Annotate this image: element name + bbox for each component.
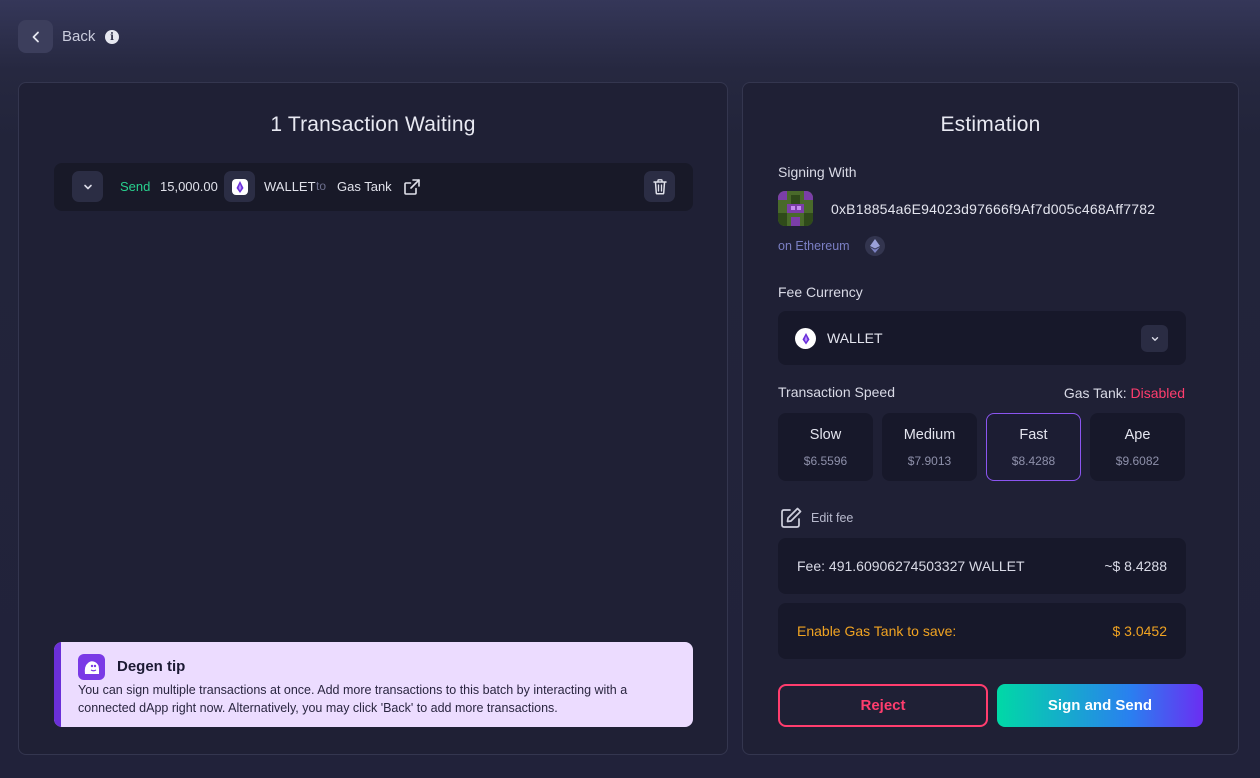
wallet-token-icon xyxy=(224,171,255,202)
transaction-token: WALLET xyxy=(264,179,316,194)
fee-currency-dropdown-button[interactable] xyxy=(1141,325,1168,352)
speed-name: Slow xyxy=(809,427,842,443)
savings-amount: $ 3.0452 xyxy=(1112,623,1168,639)
fee-currency-select[interactable]: WALLET xyxy=(778,311,1186,365)
network-label: on Ethereum xyxy=(778,239,850,253)
chevron-down-icon xyxy=(83,184,92,189)
gas-tank-savings: Enable Gas Tank to save: $ 3.0452 xyxy=(778,603,1186,659)
fee-amount: Fee: 491.60906274503327 WALLET xyxy=(797,558,1025,574)
page-title: 1 Transaction Waiting xyxy=(270,113,476,136)
speed-name: Medium xyxy=(903,427,956,443)
back-label[interactable]: Back xyxy=(62,28,95,45)
savings-label: Enable Gas Tank to save: xyxy=(797,623,957,639)
speed-option-ape[interactable]: Ape $9.6082 xyxy=(1090,413,1185,481)
chevron-down-icon xyxy=(1151,336,1158,341)
trash-icon xyxy=(652,179,667,195)
speed-price: $8.4288 xyxy=(1011,454,1056,468)
gas-tank-label: Gas Tank: xyxy=(1063,385,1127,401)
chevron-left-icon xyxy=(32,31,39,42)
fee-usd: ~$ 8.4288 xyxy=(1104,558,1167,574)
fee-summary: Fee: 491.60906274503327 WALLET ~$ 8.4288 xyxy=(778,538,1186,594)
back-button[interactable] xyxy=(18,20,53,53)
transaction-row: Send 15,000.00 WALLET to Gas Tank xyxy=(54,163,693,211)
transaction-action: Send xyxy=(120,179,151,194)
reject-button[interactable]: Reject xyxy=(778,684,988,727)
signer-address: 0xB18854a6E94023d97666f9Af7d005c468Aff77… xyxy=(831,201,1156,217)
speed-name: Fast xyxy=(1019,427,1048,443)
transaction-destination: Gas Tank xyxy=(337,179,392,194)
estimation-title: Estimation xyxy=(940,113,1041,136)
tip-title: Degen tip xyxy=(117,658,186,675)
expand-transaction-button[interactable] xyxy=(72,171,103,202)
speed-price: $7.9013 xyxy=(907,454,952,468)
estimation-panel: Estimation Signing With 0xB18854a6E94023… xyxy=(742,82,1239,755)
gorilla-icon xyxy=(78,654,105,680)
speed-option-slow[interactable]: Slow $6.5596 xyxy=(778,413,873,481)
info-icon[interactable]: i xyxy=(105,30,119,44)
sign-and-send-button[interactable]: Sign and Send xyxy=(997,684,1203,727)
account-avatar xyxy=(778,191,813,226)
signing-with-label: Signing With xyxy=(778,164,857,180)
tip-text: You can sign multiple transactions at on… xyxy=(78,683,628,715)
degen-tip: Degen tip You can sign multiple transact… xyxy=(54,642,693,727)
edit-icon[interactable] xyxy=(779,506,803,530)
speed-price: $6.5596 xyxy=(803,454,848,468)
delete-transaction-button[interactable] xyxy=(644,171,675,202)
fee-currency-value: WALLET xyxy=(827,330,883,346)
speed-name: Ape xyxy=(1124,427,1151,443)
ethereum-icon xyxy=(865,236,885,256)
transaction-to-label: to xyxy=(316,179,327,193)
speed-option-fast[interactable]: Fast $8.4288 xyxy=(986,413,1081,481)
speed-option-medium[interactable]: Medium $7.9013 xyxy=(882,413,977,481)
speed-price: $9.6082 xyxy=(1115,454,1160,468)
transaction-speed-label: Transaction Speed xyxy=(778,384,895,400)
gas-tank-status: Gas Tank: Disabled xyxy=(1064,385,1185,401)
transactions-panel: 1 Transaction Waiting Send 15,000.00 WAL… xyxy=(18,82,728,755)
speed-options: Slow $6.5596 Medium $7.9013 Fast $8.4288… xyxy=(778,413,1186,481)
edit-fee-link[interactable]: Edit fee xyxy=(811,511,853,525)
gas-tank-disabled: Disabled xyxy=(1130,385,1185,401)
external-link-icon[interactable] xyxy=(402,177,422,197)
fee-currency-label: Fee Currency xyxy=(778,284,863,300)
wallet-token-icon xyxy=(795,328,816,349)
transaction-amount: 15,000.00 xyxy=(160,179,218,194)
